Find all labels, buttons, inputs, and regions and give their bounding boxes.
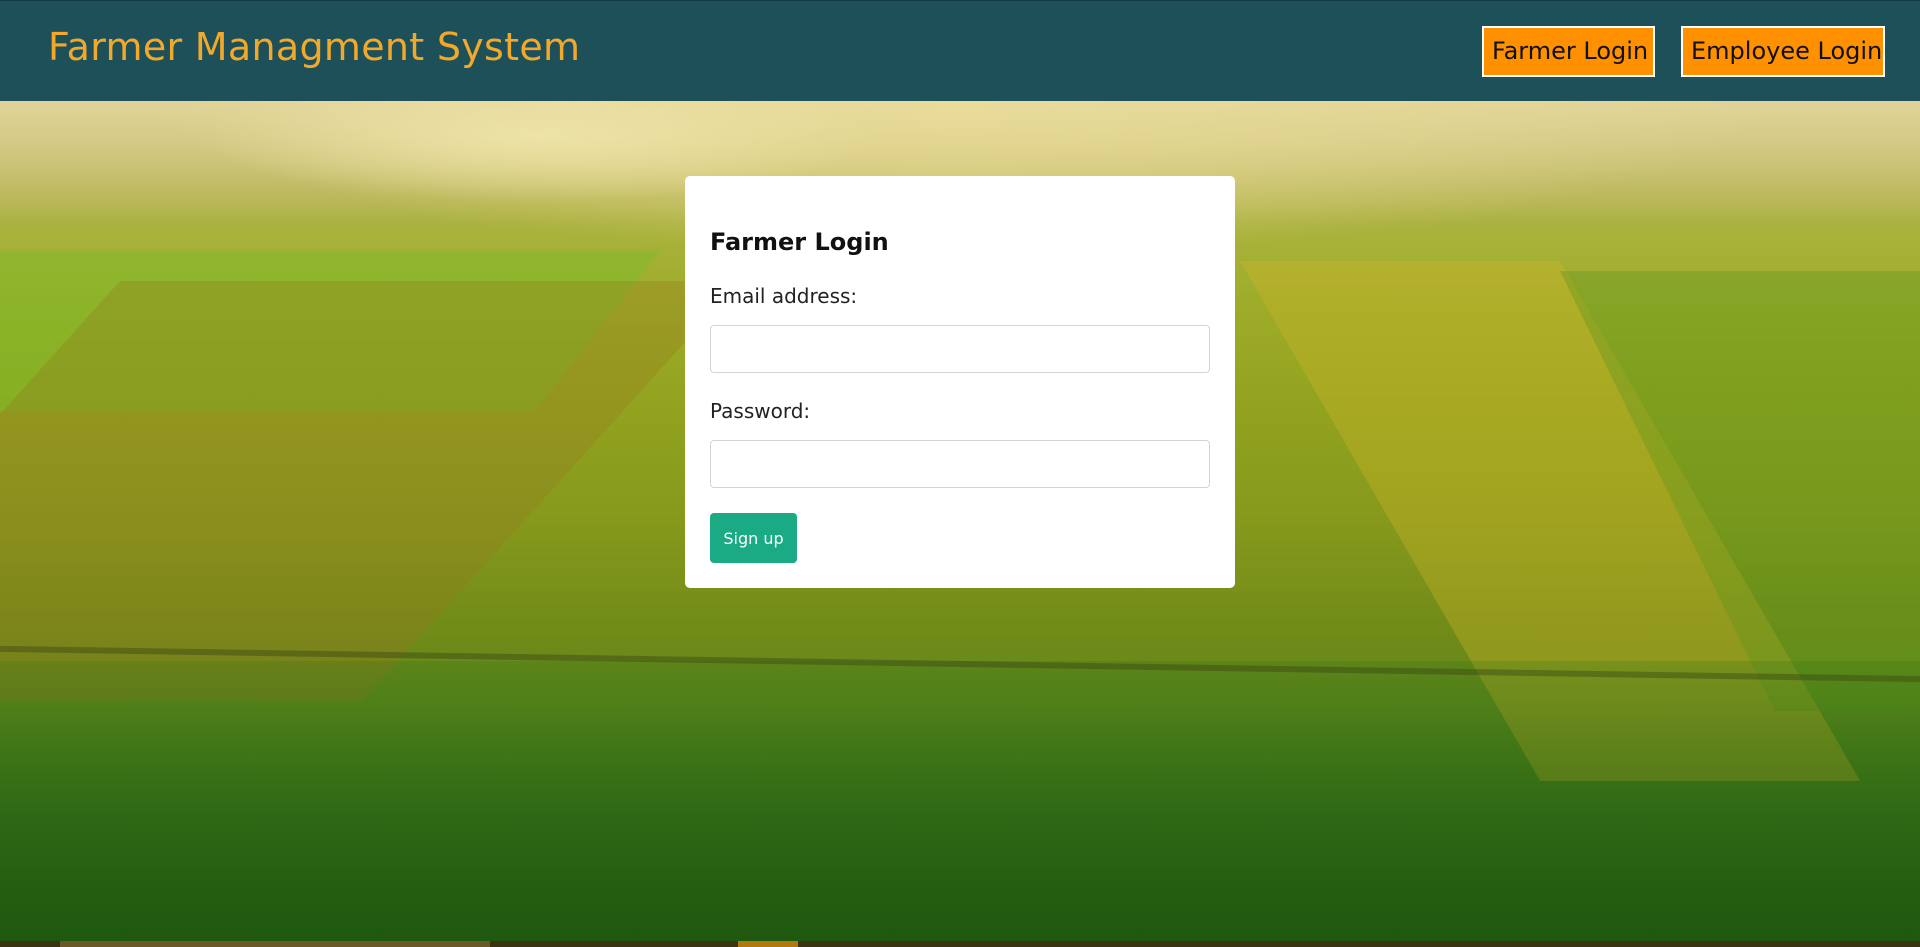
sign-up-button[interactable]: Sign up: [710, 513, 797, 563]
email-input[interactable]: [710, 325, 1210, 373]
password-input[interactable]: [710, 440, 1210, 488]
foreground-field: [0, 661, 1920, 947]
strip-segment: [60, 941, 490, 947]
strip-segment: [738, 941, 798, 947]
login-card: Farmer Login Email address: Password: Si…: [685, 176, 1235, 588]
farmer-login-nav-button[interactable]: Farmer Login: [1482, 26, 1655, 77]
email-label: Email address:: [710, 284, 858, 308]
bottom-strip: [0, 941, 1920, 947]
brand-title[interactable]: Farmer Managment System: [48, 25, 580, 69]
field-band: [0, 281, 740, 701]
top-navbar: Farmer Managment System Farmer Login Emp…: [0, 0, 1920, 101]
login-title: Farmer Login: [710, 228, 889, 256]
password-label: Password:: [710, 399, 811, 423]
employee-login-nav-button[interactable]: Employee Login: [1681, 26, 1885, 77]
